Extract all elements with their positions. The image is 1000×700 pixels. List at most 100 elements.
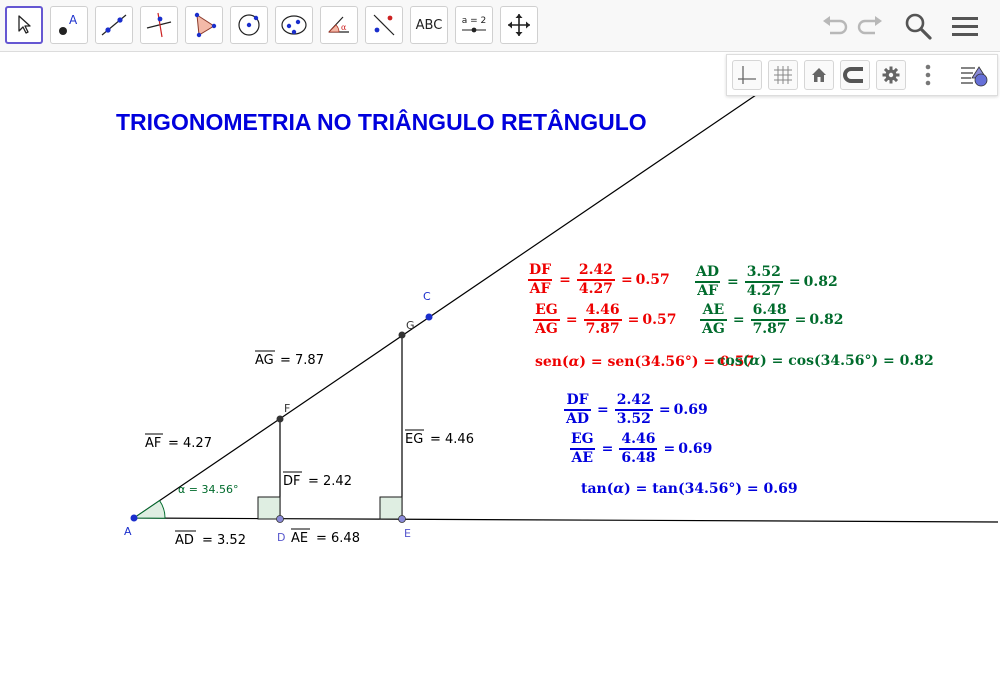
ellipse-icon [281, 15, 307, 35]
equals-sign: = [727, 274, 739, 290]
denominator: AG [700, 319, 727, 337]
function-name: sen [535, 354, 562, 370]
variable: α [749, 353, 761, 369]
fraction: 2.42 3.52 [614, 392, 653, 428]
angle-value: 34.56° [684, 481, 736, 497]
angle-value: 34.56° [820, 353, 872, 369]
toggle-axes-button[interactable] [732, 60, 762, 90]
point-d[interactable] [276, 515, 284, 523]
result-value: 0.69 [763, 481, 798, 497]
point-e[interactable] [398, 515, 406, 523]
line-tool[interactable] [95, 6, 133, 44]
function-name: cos [788, 353, 815, 369]
function-name: tan [581, 481, 607, 497]
formula-red-1[interactable]: DF AF = 2.42 4.27 = 0.57 [524, 262, 670, 298]
point-f[interactable] [276, 415, 284, 423]
redo-button[interactable] [853, 8, 889, 44]
result-value: 0.57 [635, 272, 670, 288]
move-tool[interactable] [5, 6, 43, 44]
menu-button[interactable] [947, 8, 983, 44]
angle-alpha-sector[interactable] [132, 499, 166, 519]
denominator: 4.27 [576, 279, 615, 297]
numerator: 2.42 [578, 262, 613, 278]
label-ag-name: AG [255, 353, 274, 368]
numerator: EG [535, 302, 558, 318]
graphics-view[interactable]: α = 34.56° A C D E F G AG = 7.87 AF = 4.… [0, 0, 1000, 700]
equals-sign: = [658, 402, 671, 418]
reflect-about-line-icon [373, 14, 395, 36]
denominator: AE [569, 448, 596, 466]
numerator: AD [696, 264, 720, 280]
fraction: EG AG [533, 302, 560, 338]
text-tool[interactable]: ABC [410, 6, 448, 44]
result-value: 0.82 [803, 274, 838, 290]
reflect-tool[interactable] [365, 6, 403, 44]
numerator: 6.48 [752, 302, 787, 318]
fraction: EG AE [569, 431, 596, 467]
result-value: 0.69 [678, 441, 713, 457]
cursor-arrow-icon [18, 15, 31, 34]
angle-alpha-label: α = 34.56° [178, 483, 238, 496]
svg-text:α: α [341, 23, 347, 32]
formula-tan[interactable]: tan(α) = tan(34.56°) = 0.69 [581, 481, 798, 497]
circle-tool[interactable] [230, 6, 268, 44]
circle-center-point-icon [238, 14, 260, 36]
equals-sign: = [559, 272, 571, 288]
point-tool[interactable]: A [50, 6, 88, 44]
fraction: 3.52 4.27 [744, 264, 783, 300]
perpendicular-tool[interactable] [140, 6, 178, 44]
result-value: 0.82 [809, 312, 844, 328]
denominator: AG [533, 319, 560, 337]
standard-view-button[interactable] [804, 60, 834, 90]
menu-icon [952, 17, 978, 36]
point-capturing-button[interactable] [840, 60, 870, 90]
search-button[interactable] [900, 8, 936, 44]
perpendicular-line-icon [146, 12, 172, 38]
function-name: sen [607, 354, 635, 370]
right-angle-marker-d [257, 496, 281, 520]
conic-tool[interactable] [275, 6, 313, 44]
angle-tool[interactable]: α [320, 6, 358, 44]
numerator: 2.42 [616, 392, 651, 408]
polygon-tool[interactable] [185, 6, 223, 44]
formula-red-2[interactable]: EG AG = 4.46 7.87 = 0.57 [530, 302, 677, 338]
point-a[interactable] [130, 514, 138, 522]
settings-icon [882, 66, 900, 84]
denominator: 7.87 [583, 319, 622, 337]
result-value: 0.69 [673, 402, 708, 418]
right-angle-marker-e [379, 496, 403, 520]
point-label-c: C [423, 290, 431, 303]
label-ae-value: = 6.48 [316, 531, 360, 546]
algebra-view-toggle[interactable] [957, 60, 993, 90]
denominator: 3.52 [614, 409, 653, 427]
point-c[interactable] [425, 313, 433, 321]
formula-blue-2[interactable]: EG AE = 4.46 6.48 = 0.69 [566, 431, 712, 467]
label-eg-name: EG [405, 432, 423, 447]
function-name: tan [652, 481, 678, 497]
move-arrows-icon [508, 14, 530, 36]
label-df-value: = 2.42 [308, 474, 352, 489]
formula-green-1[interactable]: AD AF = 3.52 4.27 = 0.82 [691, 264, 838, 300]
formula-green-2[interactable]: AE AG = 6.48 7.87 = 0.82 [697, 302, 844, 338]
equals-sign: = [597, 402, 609, 418]
denominator: AD [564, 409, 592, 427]
line-through-points-icon [101, 14, 127, 36]
graphics-settings-button[interactable] [876, 60, 906, 90]
page-title[interactable]: TRIGONOMETRIA NO TRIÂNGULO RETÂNGULO [116, 109, 647, 136]
denominator: AF [695, 281, 720, 299]
formula-blue-1[interactable]: DF AD = 2.42 3.52 = 0.69 [561, 392, 708, 428]
move-graphics-tool[interactable] [500, 6, 538, 44]
toggle-grid-button[interactable] [768, 60, 798, 90]
fraction: 2.42 4.27 [576, 262, 615, 298]
equals-sign: = [627, 312, 640, 328]
slider-tool[interactable]: a = 2 [455, 6, 493, 44]
point-g[interactable] [398, 331, 406, 339]
label-af-value: = 4.27 [168, 436, 212, 451]
more-options-button[interactable] [913, 60, 943, 90]
point-label-e: E [404, 527, 411, 540]
slider-icon: a = 2 [461, 16, 487, 26]
undo-button[interactable] [816, 8, 852, 44]
label-ag: AG = 7.87 [255, 350, 324, 368]
fraction: 4.46 6.48 [619, 431, 658, 467]
formula-cos[interactable]: cos(α) = cos(34.56°) = 0.82 [717, 353, 934, 369]
